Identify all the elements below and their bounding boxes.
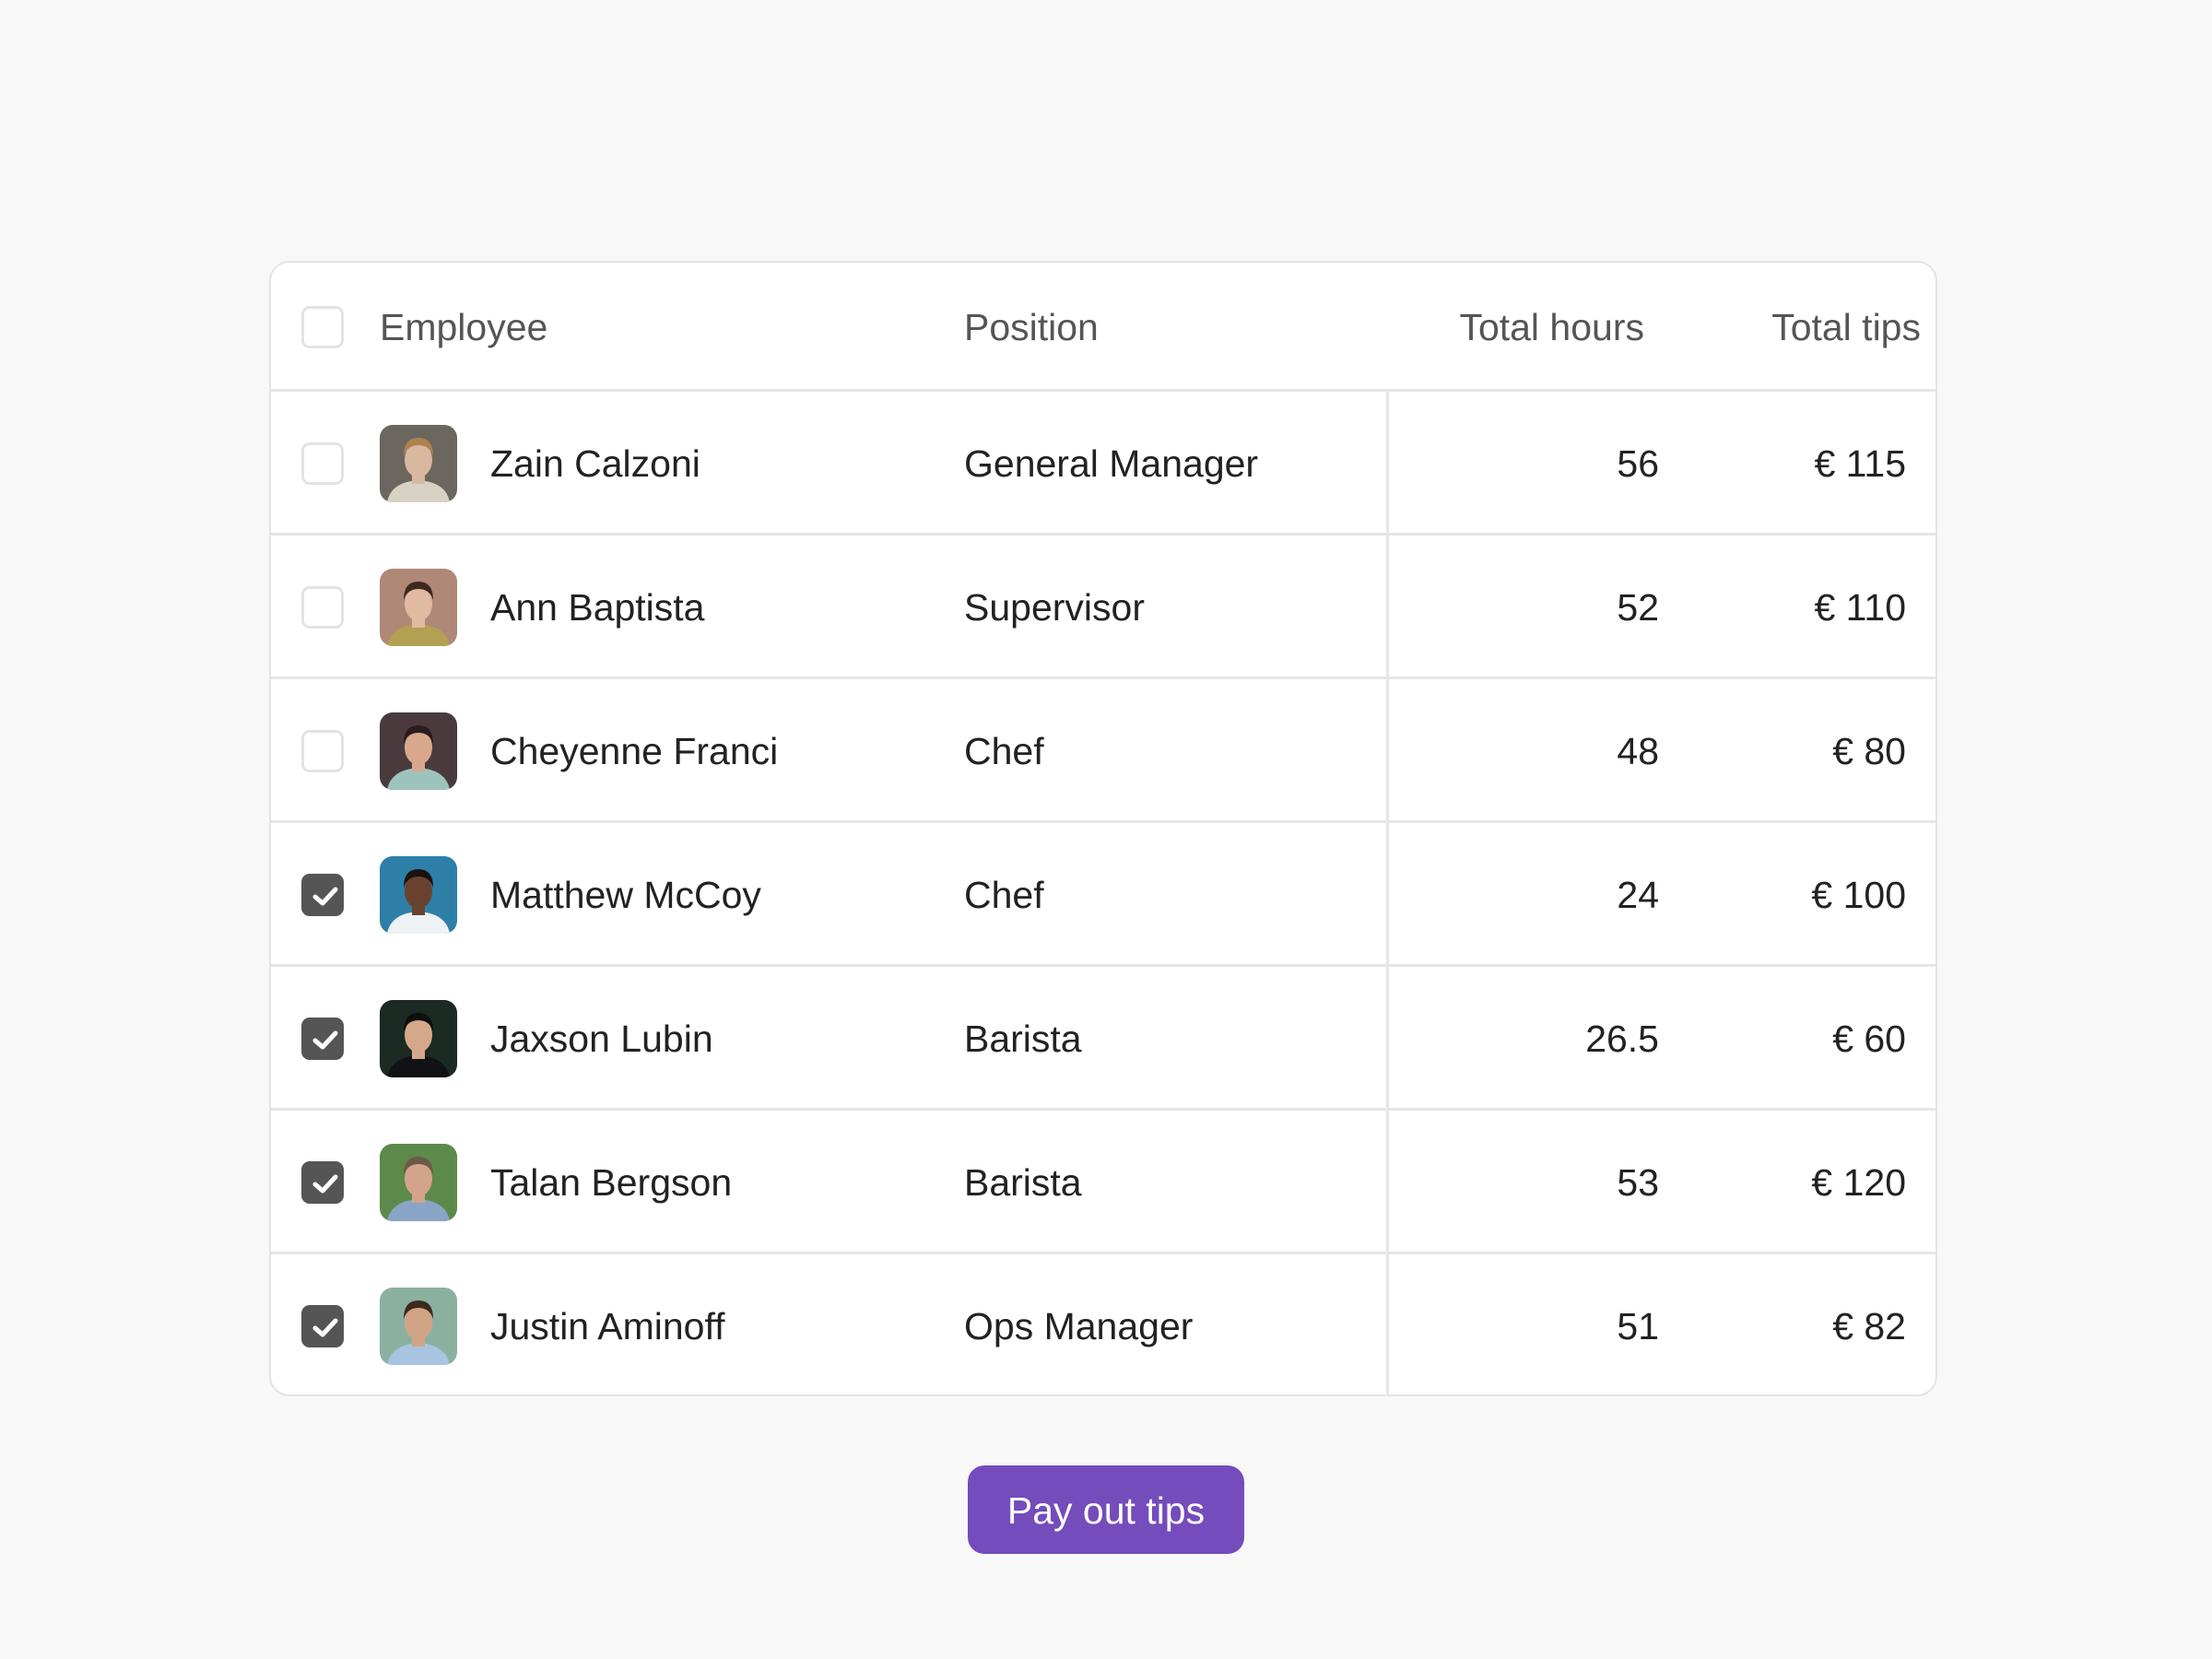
- employee-total-hours: 52: [1617, 586, 1659, 629]
- row-checkbox[interactable]: [301, 442, 344, 485]
- avatar: [380, 712, 457, 790]
- column-header-employee[interactable]: Employee: [380, 305, 547, 349]
- employee-name: Ann Baptista: [490, 586, 705, 629]
- avatar: [380, 569, 457, 646]
- employee-total-tips: € 80: [1832, 730, 1906, 772]
- table-header: Employee Position Total hours Total tips: [271, 263, 1936, 392]
- avatar: [380, 425, 457, 502]
- employee-total-tips: € 120: [1811, 1161, 1906, 1204]
- employee-position: Barista: [964, 1018, 1082, 1060]
- employee-total-hours: 51: [1617, 1305, 1659, 1347]
- column-divider: [1386, 392, 1389, 1394]
- row-checkbox[interactable]: [301, 1305, 344, 1347]
- employee-total-hours: 56: [1617, 442, 1659, 485]
- check-icon: [312, 1174, 338, 1194]
- check-icon: [312, 1030, 338, 1050]
- employee-name: Zain Calzoni: [490, 442, 700, 485]
- employee-position: Barista: [964, 1161, 1082, 1204]
- employee-position: General Manager: [964, 442, 1259, 485]
- table-row[interactable]: Ann Baptista Supervisor 52 € 110: [271, 535, 1936, 679]
- select-all-checkbox[interactable]: [301, 306, 344, 348]
- row-checkbox[interactable]: [301, 1161, 344, 1204]
- employee-total-hours: 24: [1617, 874, 1659, 916]
- row-checkbox[interactable]: [301, 1018, 344, 1060]
- avatar: [380, 856, 457, 934]
- employee-total-tips: € 60: [1832, 1018, 1906, 1060]
- row-checkbox[interactable]: [301, 586, 344, 629]
- tips-table: Employee Position Total hours Total tips…: [269, 261, 1937, 1396]
- check-icon: [312, 887, 338, 906]
- employee-total-tips: € 110: [1814, 586, 1906, 629]
- table-row[interactable]: Jaxson Lubin Barista 26.5 € 60: [271, 967, 1936, 1111]
- row-checkbox[interactable]: [301, 874, 344, 916]
- table-row[interactable]: Cheyenne Franci Chef 48 € 80: [271, 679, 1936, 823]
- employee-total-tips: € 100: [1811, 874, 1906, 916]
- employee-position: Supervisor: [964, 586, 1145, 629]
- employee-name: Matthew McCoy: [490, 874, 761, 916]
- avatar: [380, 1144, 457, 1221]
- employee-total-tips: € 82: [1832, 1305, 1906, 1347]
- pay-out-tips-button[interactable]: Pay out tips: [968, 1465, 1244, 1554]
- table-row[interactable]: Zain Calzoni General Manager 56 € 115: [271, 392, 1936, 535]
- employee-total-hours: 53: [1617, 1161, 1659, 1204]
- check-icon: [312, 1318, 338, 1337]
- avatar: [380, 1288, 457, 1365]
- employee-position: Ops Manager: [964, 1305, 1194, 1347]
- column-header-position[interactable]: Position: [964, 305, 1099, 349]
- employee-total-hours: 26.5: [1585, 1018, 1659, 1060]
- employee-position: Chef: [964, 730, 1044, 772]
- employee-name: Cheyenne Franci: [490, 730, 779, 772]
- employee-name: Justin Aminoff: [490, 1305, 725, 1347]
- employee-name: Jaxson Lubin: [490, 1018, 713, 1060]
- table-row[interactable]: Justin Aminoff Ops Manager 51 € 82: [271, 1254, 1936, 1394]
- employee-total-hours: 48: [1617, 730, 1659, 772]
- column-header-total-tips[interactable]: Total tips: [1771, 305, 1921, 349]
- employee-name: Talan Bergson: [490, 1161, 733, 1204]
- table-row[interactable]: Matthew McCoy Chef 24 € 100: [271, 823, 1936, 967]
- employee-total-tips: € 115: [1814, 442, 1906, 485]
- table-row[interactable]: Talan Bergson Barista 53 € 120: [271, 1111, 1936, 1254]
- column-header-total-hours[interactable]: Total hours: [1459, 305, 1644, 349]
- employee-position: Chef: [964, 874, 1044, 916]
- avatar: [380, 1000, 457, 1077]
- row-checkbox[interactable]: [301, 730, 344, 772]
